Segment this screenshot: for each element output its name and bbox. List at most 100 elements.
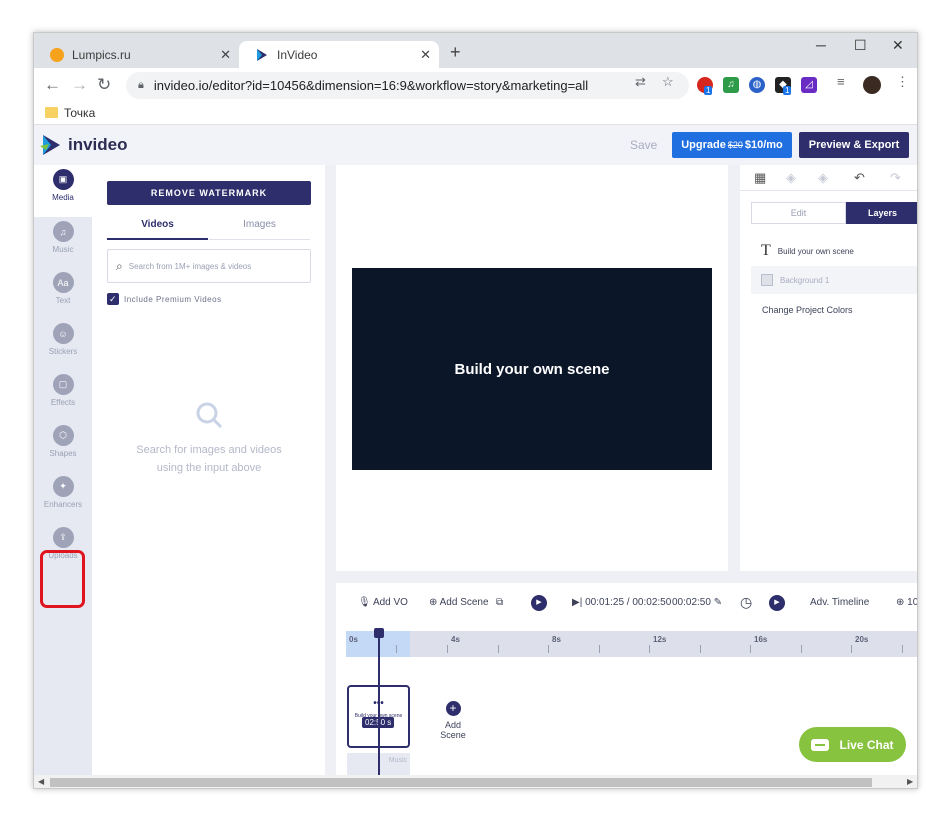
play-icon[interactable]: ▶: [531, 595, 547, 611]
browser-window: Lumpics.ru ✕ InVideo ✕ + ─ ☐ ✕ ← → ↻ 🔒︎ …: [33, 32, 918, 789]
sticker-icon: ☺: [52, 323, 74, 344]
undo-icon[interactable]: ↶: [854, 170, 865, 186]
tool-sidebar: ▣ Media ♫ Music Aa Text ☺ Stickers ▢ Eff…: [34, 165, 92, 775]
tab-edit[interactable]: Edit: [751, 202, 846, 224]
tab-images[interactable]: Images: [209, 215, 310, 240]
horizontal-scrollbar[interactable]: ◀ ▶: [34, 775, 917, 788]
redo-icon[interactable]: ↷: [890, 170, 901, 186]
preview-export-button[interactable]: Preview & Export: [799, 132, 909, 158]
ruler-tick: [396, 645, 397, 653]
bookmark-tochka[interactable]: Точка: [64, 106, 95, 120]
minimize-icon[interactable]: ─: [816, 37, 826, 53]
app-header: invideo Save Upgrade $20 $10/mo Preview …: [34, 125, 917, 165]
skip-icon[interactable]: ▶|: [572, 597, 582, 608]
upload-icon: ⇪: [52, 527, 74, 548]
preview-clip-icon[interactable]: ⧉: [496, 597, 503, 608]
extension-globe-icon[interactable]: ◍: [749, 77, 765, 93]
sidebar-item-music[interactable]: ♫ Music: [34, 217, 92, 269]
ruler-tick: [599, 645, 600, 653]
layer-label: Background 1: [780, 275, 830, 285]
checkbox-checked-icon[interactable]: ✓: [107, 293, 119, 305]
add-scene-label: Add Scene: [439, 597, 489, 608]
ruler-tick: [801, 645, 802, 653]
reading-list-icon[interactable]: ≡: [837, 74, 845, 89]
media-search-input[interactable]: ⌕ Search from 1M+ images & videos: [107, 249, 311, 283]
layer-background[interactable]: Background 1: [751, 266, 917, 294]
add-scene-card-label: Add Scene: [440, 720, 466, 740]
upgrade-button[interactable]: Upgrade $20 $10/mo: [672, 132, 792, 158]
address-bar[interactable]: 🔒︎ invideo.io/editor?id=10456&dimension=…: [126, 72, 689, 99]
translate-icon[interactable]: ⇄: [635, 74, 646, 90]
media-panel: REMOVE WATERMARK Videos Images ⌕ Search …: [92, 165, 325, 775]
scene-preview[interactable]: Build your own scene: [352, 268, 712, 470]
sidebar-item-effects[interactable]: ▢ Effects: [34, 370, 92, 422]
layer-tools: ▦ ◈ ◈ ↶ ↷: [740, 165, 917, 191]
add-circle-icon: ⊕: [429, 597, 438, 608]
grid-icon[interactable]: ▦: [754, 170, 766, 186]
ruler-label: 0s: [349, 635, 358, 644]
image-icon: ▣: [52, 169, 74, 190]
add-vo-button[interactable]: 🎙︎ Add VO: [358, 597, 408, 608]
sidebar-item-label: Shapes: [49, 449, 77, 458]
ruler-label: 8s: [552, 635, 561, 644]
extension-badge: 1: [704, 86, 713, 95]
close-tab-icon[interactable]: ✕: [220, 47, 231, 63]
close-tab-icon[interactable]: ✕: [420, 47, 431, 63]
scroll-left-icon[interactable]: ◀: [38, 777, 44, 786]
extension-purple-icon[interactable]: ◿: [801, 77, 817, 93]
scroll-right-icon[interactable]: ▶: [907, 777, 913, 786]
include-premium-toggle[interactable]: ✓ Include Premium Videos: [107, 293, 222, 305]
tab-videos[interactable]: Videos: [107, 215, 208, 240]
remove-watermark-button[interactable]: REMOVE WATERMARK: [107, 181, 311, 205]
change-project-colors-link[interactable]: Change Project Colors: [762, 305, 853, 315]
layer-text[interactable]: T Build your own scene: [751, 237, 917, 265]
zoom-value: 10: [907, 597, 918, 608]
sidebar-item-label: Music: [52, 245, 74, 254]
profile-avatar[interactable]: [863, 76, 881, 94]
window-close-icon[interactable]: ✕: [892, 37, 904, 54]
plus-icon: +: [445, 701, 461, 716]
sidebar-item-media[interactable]: ▣ Media: [34, 165, 92, 217]
current-time: 00:01:25: [585, 597, 625, 608]
ruler-tick: [649, 645, 650, 653]
maximize-icon[interactable]: ☐: [854, 37, 867, 54]
timeline-ruler[interactable]: 0s 4s 8s 12s 16s 20s: [346, 631, 917, 657]
scene-duration[interactable]: 00:02:50 ✎: [672, 597, 722, 608]
scrollbar-thumb[interactable]: [50, 778, 872, 787]
play-circle-icon[interactable]: ▶: [769, 595, 785, 611]
sidebar-item-label: Stickers: [48, 347, 78, 356]
reload-icon[interactable]: ↻: [97, 75, 111, 95]
forward-icon[interactable]: →: [71, 75, 88, 95]
add-scene-button[interactable]: ⊕ Add Scene: [429, 597, 489, 608]
live-chat-label: Live Chat: [839, 737, 894, 752]
bring-forward-icon[interactable]: ◈: [786, 170, 796, 186]
tab-invideo[interactable]: InVideo ✕: [239, 41, 439, 68]
sidebar-item-text[interactable]: Aa Text: [34, 268, 92, 320]
playhead-handle[interactable]: [374, 628, 384, 638]
save-button[interactable]: Save: [630, 138, 657, 152]
upgrade-price: $10/mo: [744, 139, 783, 151]
bookmark-star-icon[interactable]: ☆: [662, 74, 674, 90]
invideo-logo[interactable]: invideo: [40, 133, 128, 157]
send-backward-icon[interactable]: ◈: [818, 170, 828, 186]
zoom-control[interactable]: ⊕ 10: [896, 597, 918, 608]
extension-music-icon[interactable]: ♫: [723, 77, 739, 93]
sidebar-item-shapes[interactable]: ⬡ Shapes: [34, 421, 92, 473]
sidebar-item-enhancers[interactable]: ✦ Enhancers: [34, 472, 92, 524]
tab-layers[interactable]: Layers: [846, 202, 917, 224]
microphone-icon: 🎙︎: [358, 597, 371, 608]
back-icon[interactable]: ←: [44, 75, 61, 95]
magic-wand-icon: ✦: [52, 476, 74, 497]
live-chat-button[interactable]: Live Chat: [799, 727, 906, 762]
timer-icon[interactable]: ◷: [740, 594, 752, 611]
tab-lumpics[interactable]: Lumpics.ru ✕: [34, 41, 239, 68]
ruler-tick: [498, 645, 499, 653]
new-tab-icon[interactable]: +: [450, 42, 461, 63]
text-layer-icon: T: [761, 242, 771, 259]
scene-title-text[interactable]: Build your own scene: [454, 361, 609, 378]
sidebar-item-stickers[interactable]: ☺ Stickers: [34, 319, 92, 371]
adv-timeline-button[interactable]: Adv. Timeline: [810, 597, 869, 608]
sidebar-item-label: Effects: [50, 398, 76, 407]
add-scene-card[interactable]: + Add Scene: [431, 701, 475, 740]
browser-menu-icon[interactable]: ⋮: [896, 74, 909, 90]
